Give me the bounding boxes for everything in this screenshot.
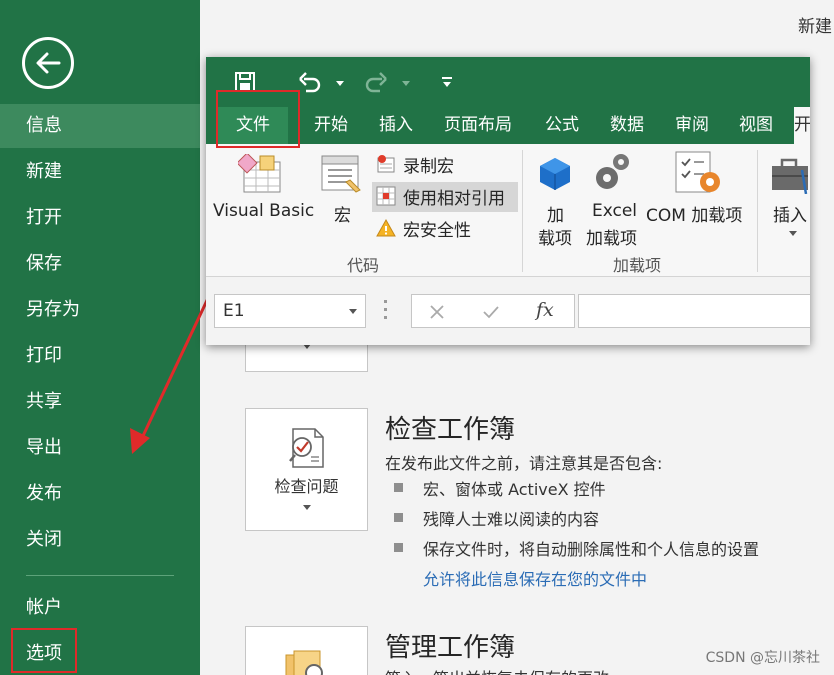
manage-workbook-button[interactable] [245,626,368,675]
ribbon-divider [522,150,523,272]
redo-dropdown-icon[interactable] [402,81,410,86]
inspect-title: 检查工作簿 [385,415,516,445]
nav-open[interactable]: 打开 [0,196,200,240]
add-ins-icon [540,158,570,190]
allow-info-link[interactable]: 允许将此信息保存在您的文件中 [423,566,647,590]
undo-icon[interactable] [298,71,322,93]
name-box-value: E1 [223,301,245,321]
formula-buttons: fx [411,294,575,328]
list-item: 保存文件时，将自动删除属性和个人信息的设置 [385,536,759,560]
nav-save[interactable]: 保存 [0,242,200,286]
redo-icon[interactable] [364,71,388,93]
visual-basic-icon [238,154,281,193]
watermark: CSDN @忘川茶社 [705,650,820,666]
tab-home[interactable]: 开始 [314,107,348,144]
record-macro-icon [377,155,395,173]
warning-icon [376,218,396,237]
inspect-button-label: 检查问题 [274,477,339,496]
macros-button[interactable]: 宏 [334,201,351,226]
add-ins-button-line1[interactable]: 加 [547,201,564,226]
excel-add-ins-line1[interactable]: Excel [592,201,637,221]
nav-close[interactable]: 关闭 [0,518,200,562]
insert-controls-button[interactable]: 插入 [773,201,807,226]
cancel-icon[interactable] [429,304,445,320]
add-ins-button-line2[interactable]: 载项 [538,224,572,249]
tab-view[interactable]: 视图 [739,107,773,144]
back-arrow-icon[interactable] [22,37,74,89]
inspect-description: 在发布此文件之前，请注意其是否包含: [385,454,663,473]
tab-formulas[interactable]: 公式 [545,107,579,144]
toolbox-icon [772,158,808,194]
nav-new[interactable]: 新建 [0,150,200,194]
undo-dropdown-icon[interactable] [336,81,344,86]
manage-workbook-icon [285,650,323,675]
add-ins-group-label: 加载项 [613,256,662,275]
com-add-ins-icon [675,151,720,193]
record-macro-button[interactable]: 录制宏 [403,152,454,177]
enter-check-icon[interactable] [482,304,500,320]
file-tab-highlight-box [216,90,300,148]
inspect-document-icon [289,428,324,468]
manage-title: 管理工作簿 [385,633,516,663]
manage-description: 签入、签出并恢复未保存的更改。 [385,665,625,675]
macros-icon [321,155,361,193]
visual-basic-button[interactable]: Visual Basic [213,201,314,221]
list-item: 宏、窗体或 ActiveX 控件 [385,476,606,500]
ribbon-divider [757,150,758,272]
formula-input[interactable] [578,294,810,328]
formula-bar: E1 fx [206,278,810,345]
insert-function-icon[interactable]: fx [536,299,554,321]
relative-reference-icon [376,186,396,206]
options-highlight-box [11,628,77,673]
nav-divider [26,575,174,576]
name-box[interactable]: E1 [214,294,366,328]
chevron-down-icon[interactable] [349,309,357,314]
use-relative-references-button[interactable]: 使用相对引用 [403,184,505,209]
tab-developer[interactable]: 开 [794,107,810,144]
nav-account[interactable]: 帐户 [0,586,200,630]
customize-toolbar-icon[interactable] [442,77,452,79]
excel-add-ins-line2[interactable]: 加载项 [586,224,637,249]
chevron-down-icon[interactable] [789,231,797,236]
list-item: 残障人士难以阅读的内容 [385,506,599,530]
tab-data[interactable]: 数据 [610,107,644,144]
code-group-label: 代码 [347,256,380,275]
tab-page-layout[interactable]: 页面布局 [444,107,512,144]
customize-toolbar-arrow-icon[interactable] [443,82,451,87]
tab-review[interactable]: 审阅 [675,107,709,144]
formula-bar-grip-icon[interactable] [384,300,387,303]
red-arrow-annotation [130,293,212,454]
chevron-down-icon [302,505,311,510]
ribbon-panel: Visual Basic 宏 录制宏 使用相对引用 宏安全性 代码 加 载项 E… [206,144,810,277]
excel-add-ins-gear-icon [596,154,629,189]
inspect-button[interactable]: 检查问题 [245,408,368,531]
tab-insert[interactable]: 插入 [379,107,413,144]
nav-publish[interactable]: 发布 [0,472,200,516]
new-label[interactable]: 新建 [798,12,832,37]
nav-info[interactable]: 信息 [0,104,200,148]
macro-security-button[interactable]: 宏安全性 [403,216,471,241]
com-add-ins-button[interactable]: COM 加载项 [646,201,742,226]
